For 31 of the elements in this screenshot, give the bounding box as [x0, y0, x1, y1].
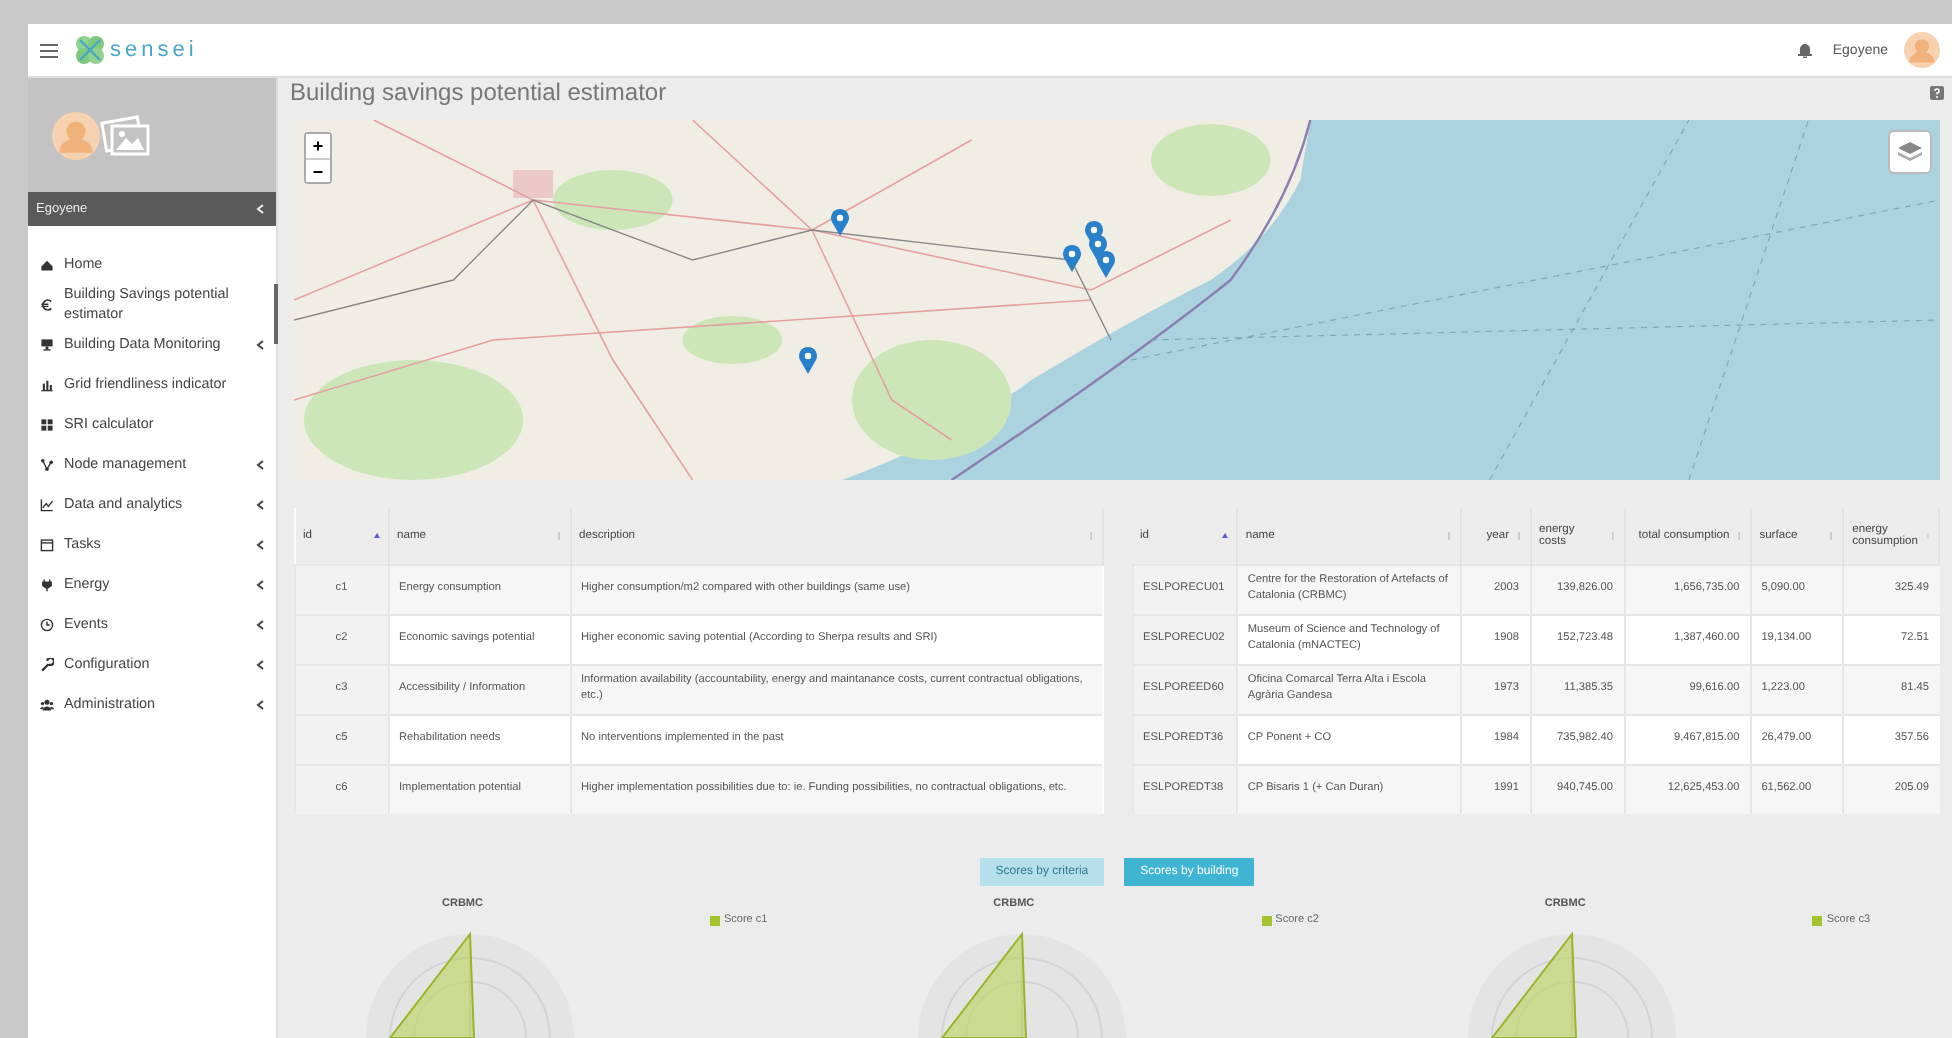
- bell-icon[interactable]: [1798, 42, 1813, 58]
- help-icon[interactable]: [1930, 85, 1944, 99]
- wrench-icon: [40, 657, 54, 672]
- image-icon: [100, 113, 152, 157]
- layers-button[interactable]: [1888, 130, 1932, 174]
- house-icon: [40, 257, 54, 271]
- sort-ascending-icon[interactable]: [373, 532, 379, 540]
- users-icon: [40, 697, 54, 712]
- map-marker-icon[interactable]: [830, 208, 850, 236]
- map-marker-icon[interactable]: [1088, 234, 1108, 262]
- network-icon: [40, 457, 54, 472]
- bar-chart-icon: [40, 377, 54, 392]
- map-marker-icon[interactable]: [798, 346, 818, 374]
- map-marker-icon[interactable]: [1062, 244, 1082, 272]
- monitor-icon: [40, 337, 54, 352]
- zoom-out-button[interactable]: −: [306, 158, 330, 182]
- clock-icon: [40, 617, 54, 632]
- menu-icon[interactable]: [40, 43, 58, 57]
- clover-logo-icon: [74, 34, 106, 66]
- calendar-icon: [40, 537, 54, 552]
- avatar-icon: [1904, 32, 1940, 68]
- euro-icon: [40, 297, 54, 312]
- line-chart-icon: [40, 497, 54, 512]
- layers-icon: [1898, 142, 1922, 162]
- grid-icon: [40, 417, 54, 432]
- page-title: Building savings potential estimator: [290, 78, 667, 106]
- sort-ascending-icon[interactable]: [1221, 532, 1228, 540]
- chevron-icon: [256, 204, 264, 214]
- avatar-icon: [52, 111, 100, 159]
- plug-icon: [40, 577, 54, 592]
- app-name: sensei: [110, 38, 198, 62]
